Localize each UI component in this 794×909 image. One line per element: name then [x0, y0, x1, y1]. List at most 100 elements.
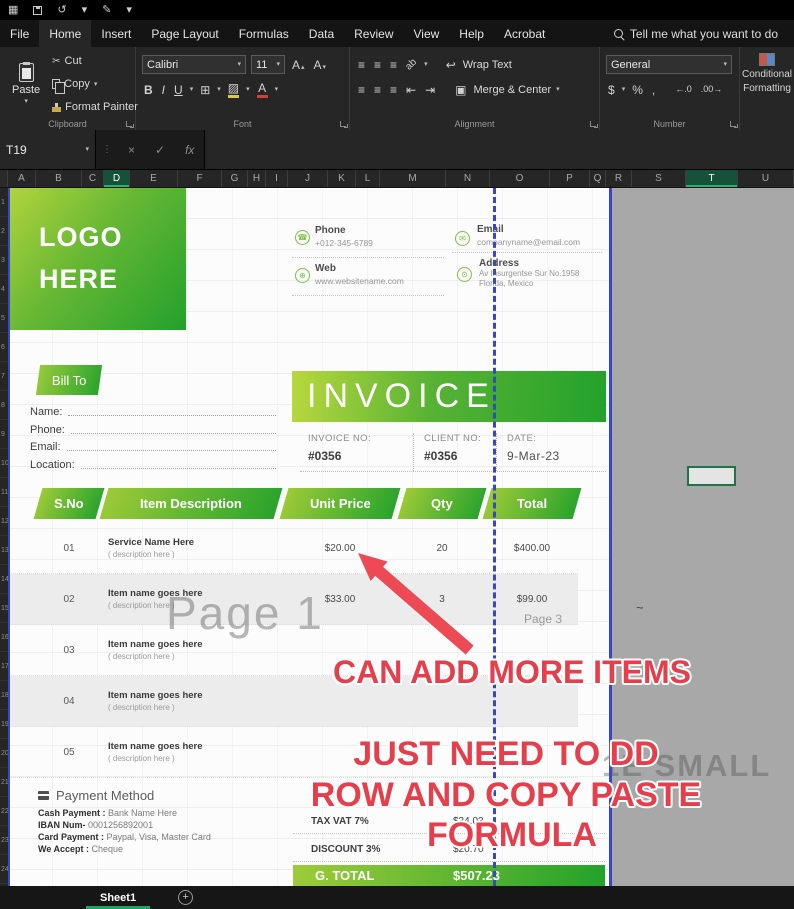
- save-icon[interactable]: [33, 6, 42, 15]
- row-header-2[interactable]: 2: [0, 217, 8, 246]
- percent-style-button[interactable]: %: [630, 83, 645, 97]
- select-all-corner[interactable]: [0, 170, 8, 187]
- copy-button[interactable]: Copy ▾: [52, 78, 138, 90]
- annotation-note-2[interactable]: JUST NEED TO DD: [353, 735, 658, 774]
- add-sheet-button[interactable]: +: [178, 890, 193, 905]
- row-header-22[interactable]: 22: [0, 797, 8, 826]
- underline-button[interactable]: U: [172, 83, 185, 97]
- customize-toolbar-caret-icon[interactable]: ▾: [126, 5, 132, 16]
- column-header-S[interactable]: S: [632, 170, 686, 187]
- row-header-5[interactable]: 5: [0, 304, 8, 333]
- column-header-T[interactable]: T: [686, 170, 738, 187]
- row-header-3[interactable]: 3: [0, 246, 8, 275]
- menu-tab-data[interactable]: Data: [299, 20, 344, 47]
- decrease-decimal-button[interactable]: .00→: [699, 84, 725, 95]
- dialog-launcher-icon[interactable]: [126, 121, 132, 127]
- formula-input[interactable]: [204, 130, 794, 169]
- sheet-tab-sheet1[interactable]: Sheet1: [84, 886, 152, 909]
- tell-me-box[interactable]: Tell me what you want to do: [614, 20, 778, 47]
- chevron-down-icon[interactable]: ▾: [556, 86, 560, 93]
- sheet-grid[interactable]: 123456789101112131415161718192021222324 …: [0, 188, 794, 886]
- formula-bar-resize-handle[interactable]: ⋮: [96, 144, 118, 155]
- grow-font-button[interactable]: A▴: [290, 58, 307, 72]
- row-header-6[interactable]: 6: [0, 333, 8, 362]
- pen-icon[interactable]: ✎: [102, 5, 111, 16]
- row-header-21[interactable]: 21: [0, 768, 8, 797]
- annotation-note-1[interactable]: CAN ADD MORE ITEMS: [333, 654, 691, 691]
- row-header-15[interactable]: 15: [0, 594, 8, 623]
- shrink-font-button[interactable]: A▾: [312, 58, 329, 72]
- fill-color-button[interactable]: ▨: [226, 81, 241, 99]
- row-header-14[interactable]: 14: [0, 565, 8, 594]
- merge-center-button[interactable]: Merge & Center: [474, 84, 552, 96]
- column-header-B[interactable]: B: [36, 170, 82, 187]
- menu-tab-page-layout[interactable]: Page Layout: [141, 20, 228, 47]
- menu-tab-formulas[interactable]: Formulas: [229, 20, 299, 47]
- column-header-K[interactable]: K: [328, 170, 356, 187]
- menu-tab-view[interactable]: View: [404, 20, 450, 47]
- billto-field-email[interactable]: Email:: [30, 437, 276, 453]
- orientation-button[interactable]: ab: [402, 55, 421, 74]
- row-header-4[interactable]: 4: [0, 275, 8, 304]
- chevron-down-icon[interactable]: ▾: [622, 86, 626, 93]
- increase-decimal-button[interactable]: ←.0: [673, 84, 694, 95]
- billto-field-name[interactable]: Name:: [30, 402, 276, 418]
- column-header-E[interactable]: E: [130, 170, 178, 187]
- paste-button[interactable]: Paste ▾: [6, 52, 46, 116]
- column-header-N[interactable]: N: [446, 170, 490, 187]
- comma-style-button[interactable]: ,: [650, 83, 657, 97]
- column-header-M[interactable]: M: [380, 170, 446, 187]
- column-header-R[interactable]: R: [606, 170, 632, 187]
- menu-tab-insert[interactable]: Insert: [91, 20, 141, 47]
- row-header-18[interactable]: 18: [0, 681, 8, 710]
- column-header-C[interactable]: C: [82, 170, 104, 187]
- chevron-down-icon[interactable]: ▾: [246, 86, 250, 93]
- menu-tab-acrobat[interactable]: Acrobat: [494, 20, 555, 47]
- row-header-17[interactable]: 17: [0, 652, 8, 681]
- dialog-launcher-icon[interactable]: [340, 121, 346, 127]
- increase-indent-button[interactable]: ⇥: [423, 83, 437, 97]
- chevron-down-icon[interactable]: ▾: [85, 146, 89, 153]
- cut-button[interactable]: ✂ Cut: [52, 55, 138, 67]
- column-header-U[interactable]: U: [738, 170, 794, 187]
- cancel-button[interactable]: ×: [118, 143, 145, 157]
- print-area-border-left[interactable]: [8, 188, 10, 886]
- column-header-I[interactable]: I: [266, 170, 288, 187]
- menu-tab-review[interactable]: Review: [344, 20, 403, 47]
- column-header-J[interactable]: J: [288, 170, 328, 187]
- italic-button[interactable]: I: [160, 83, 167, 97]
- logo-placeholder[interactable]: LOGO HERE: [8, 188, 186, 330]
- conditional-formatting-button[interactable]: Conditional: [742, 69, 792, 80]
- menu-tab-help[interactable]: Help: [449, 20, 494, 47]
- align-left-button[interactable]: ≡: [356, 83, 367, 97]
- font-family-select[interactable]: Calibri ▾: [142, 55, 246, 74]
- wrap-text-button[interactable]: Wrap Text: [463, 59, 512, 71]
- row-header-16[interactable]: 16: [0, 623, 8, 652]
- menu-tab-file[interactable]: File: [0, 20, 39, 47]
- insert-function-button[interactable]: fx: [175, 143, 204, 157]
- menu-tab-home[interactable]: Home: [39, 20, 91, 47]
- number-format-select[interactable]: General ▾: [606, 55, 732, 74]
- chevron-down-icon[interactable]: ▾: [424, 61, 428, 68]
- column-header-H[interactable]: H: [248, 170, 266, 187]
- chevron-down-icon[interactable]: ▾: [217, 86, 221, 93]
- column-header-F[interactable]: F: [178, 170, 222, 187]
- row-header-13[interactable]: 13: [0, 536, 8, 565]
- row-header-12[interactable]: 12: [0, 507, 8, 536]
- row-header-10[interactable]: 10: [0, 449, 8, 478]
- dialog-launcher-icon[interactable]: [590, 121, 596, 127]
- column-header-A[interactable]: A: [8, 170, 36, 187]
- grid-icon[interactable]: ▦: [8, 5, 18, 16]
- decrease-indent-button[interactable]: ⇤: [404, 83, 418, 97]
- format-painter-button[interactable]: Format Painter: [52, 101, 138, 113]
- annotation-note-3[interactable]: ROW AND COPY PASTE: [311, 776, 701, 815]
- row-header-19[interactable]: 19: [0, 710, 8, 739]
- align-center-button[interactable]: ≡: [372, 83, 383, 97]
- dialog-launcher-icon[interactable]: [730, 121, 736, 127]
- column-header-Q[interactable]: Q: [590, 170, 606, 187]
- align-top-button[interactable]: ≡: [356, 58, 367, 72]
- row-header-24[interactable]: 24: [0, 855, 8, 884]
- selected-cell[interactable]: [687, 466, 736, 486]
- row-header-9[interactable]: 9: [0, 420, 8, 449]
- column-header-G[interactable]: G: [222, 170, 248, 187]
